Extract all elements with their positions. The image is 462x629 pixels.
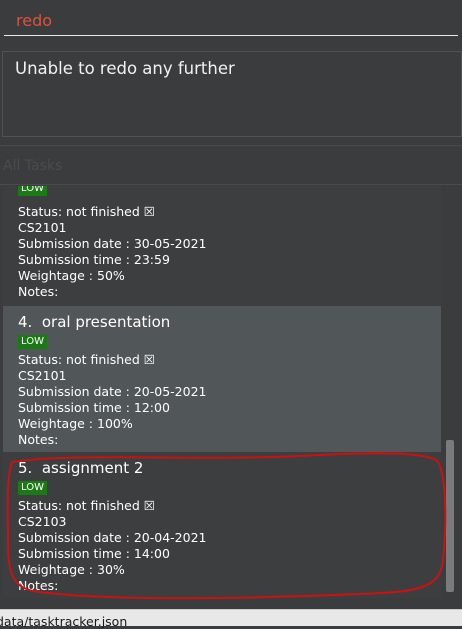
task-module: CS2103 <box>18 514 67 529</box>
data-file-path: data/tasktracker.json <box>0 614 128 629</box>
task-submission-time: Submission time : 23:59 <box>18 252 170 267</box>
task-weightage: Weightage : 30% <box>18 562 125 577</box>
task-list-header: All Tasks <box>0 145 462 185</box>
task-status: Status: not finished ☒ <box>18 498 155 513</box>
task-submission-date: Submission date : 30-05-2021 <box>18 236 207 251</box>
task-list-title: All Tasks <box>3 158 63 174</box>
task-notes: Notes: <box>18 432 59 447</box>
task-submission-date: Submission date : 20-05-2021 <box>18 384 207 399</box>
task-status: Status: not finished ☒ <box>18 204 155 219</box>
priority-tag: LOW <box>18 186 47 196</box>
task-title: 5. assignment 2 <box>18 459 144 477</box>
task-list[interactable]: LOW Status: not finished ☒ CS2101 Submis… <box>0 186 462 609</box>
task-title: 4. oral presentation <box>18 313 171 331</box>
task-submission-time: Submission time : 14:00 <box>18 546 170 561</box>
status-bar: data/tasktracker.json <box>0 609 462 629</box>
task-module: CS2101 <box>18 220 67 235</box>
command-box <box>0 0 462 38</box>
task-notes: Notes: <box>18 578 59 593</box>
task-submission-date: Submission date : 20-04-2021 <box>18 530 207 545</box>
result-display[interactable]: Unable to redo any further <box>2 51 462 137</box>
task-submission-time: Submission time : 12:00 <box>18 400 170 415</box>
priority-tag: LOW <box>18 481 47 495</box>
priority-tag: LOW <box>18 335 47 349</box>
task-card[interactable]: 5. assignment 2 LOW Status: not finished… <box>3 452 441 598</box>
task-weightage: Weightage : 100% <box>18 416 133 431</box>
scrollbar-thumb[interactable] <box>446 440 454 592</box>
task-card[interactable]: LOW Status: not finished ☒ CS2101 Submis… <box>3 186 441 306</box>
task-notes: Notes: <box>18 284 59 299</box>
result-message: Unable to redo any further <box>15 59 235 78</box>
task-module: CS2101 <box>18 368 67 383</box>
command-input[interactable] <box>4 6 458 36</box>
task-status: Status: not finished ☒ <box>18 352 155 367</box>
task-card[interactable]: 4. oral presentation LOW Status: not fin… <box>3 306 441 452</box>
task-weightage: Weightage : 50% <box>18 268 125 283</box>
